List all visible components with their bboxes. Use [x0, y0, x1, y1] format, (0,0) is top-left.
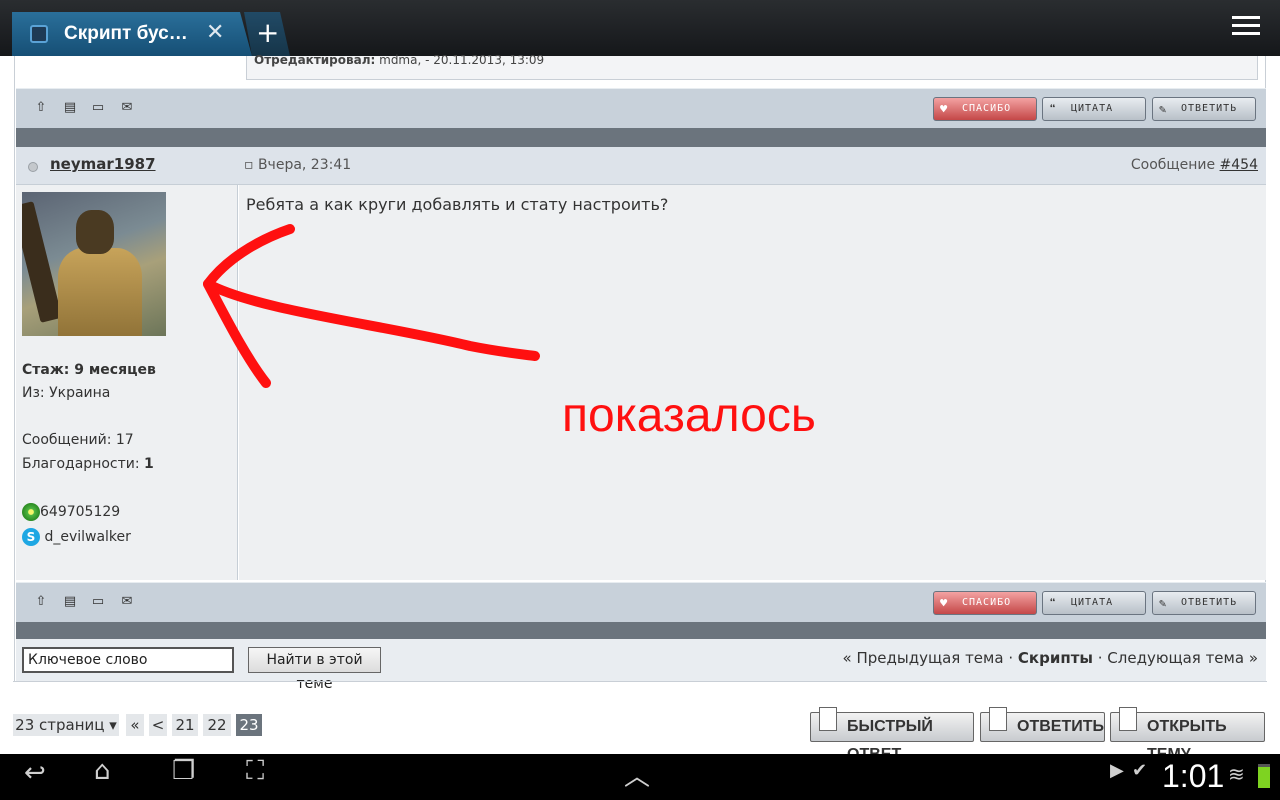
reply-button[interactable]: ✎ ОТВЕТИТЬ [1152, 591, 1256, 615]
check-icon: ✔ [1132, 760, 1148, 781]
current-page: 23 [236, 714, 262, 736]
browser-tab[interactable]: Скрипт бус… ✕ [12, 12, 252, 56]
quote-label: ЦИТАТА [1071, 597, 1114, 608]
post-actions-bar-bottom: ⇧ ▤ ▭ ✉ ♥ СПАСИБО ❝ ЦИТАТА ✎ ОТВЕТИТЬ [16, 582, 1266, 622]
chevron-down-icon: ▾ [109, 716, 117, 734]
reply-icon: ✎ [1159, 596, 1168, 610]
new-tab-button[interactable]: + [244, 12, 290, 56]
document-icon [989, 707, 1007, 731]
plus-icon: + [256, 16, 280, 49]
menu-icon[interactable] [1232, 16, 1260, 40]
wifi-icon: ≋ [1228, 762, 1245, 786]
prev-topic-link[interactable]: « Предыдущая тема [843, 649, 1004, 667]
quote-button[interactable]: ❝ ЦИТАТА [1042, 591, 1146, 615]
go-top-icon[interactable]: ⇧ [32, 595, 50, 609]
browser-toolbar: Скрипт бус… ✕ + [0, 0, 1280, 56]
system-navigation-bar: ↩ ⌂ ❐ ⛶ ︿ ▶ ✔ 1:01 ≋ [0, 754, 1280, 800]
first-page-link[interactable]: « [126, 714, 144, 736]
page-content: Отредактировал: mdma, - 20.11.2013, 13:0… [0, 54, 1280, 763]
keyword-input[interactable] [22, 647, 234, 673]
annotation-text: показалось [562, 389, 816, 442]
quick-reply-button[interactable]: БЫСТРЫЙ ОТВЕТ [810, 707, 974, 763]
page-link[interactable]: 22 [203, 714, 231, 736]
mail-icon[interactable]: ✉ [118, 595, 136, 609]
new-topic-button[interactable]: ОТКРЫТЬ ТЕМУ [1110, 707, 1265, 763]
chevron-up-icon[interactable]: ︿ [624, 756, 650, 793]
thanks-label: СПАСИБО [962, 597, 1012, 608]
profile-card-icon[interactable]: ▭ [89, 595, 107, 609]
prev-page-link[interactable]: < [149, 714, 167, 736]
document-icon [1119, 707, 1137, 731]
clock: 1:01 [1162, 758, 1225, 794]
heart-icon: ♥ [940, 596, 949, 610]
reply-topic-button[interactable]: ОТВЕТИТЬ [980, 707, 1105, 742]
quote-icon: ❝ [1049, 596, 1058, 610]
back-icon[interactable]: ↩ [24, 758, 46, 788]
search-topic-button[interactable]: Найти в этой теме [248, 647, 381, 692]
tab-title: Скрипт бус… [64, 23, 188, 44]
thanks-button[interactable]: ♥ СПАСИБО [933, 591, 1037, 615]
next-topic-link[interactable]: Следующая тема » [1107, 649, 1258, 667]
page-link[interactable]: 21 [172, 714, 198, 736]
battery-icon [1258, 764, 1270, 788]
reply-label: ОТВЕТИТЬ [1181, 597, 1238, 608]
home-icon[interactable]: ⌂ [94, 756, 111, 786]
pages-dropdown[interactable]: 23 страниц ▾ [13, 714, 119, 736]
frame-bottom [13, 681, 1267, 682]
screenshot-icon[interactable]: ⛶ [246, 756, 264, 787]
globe-icon [30, 25, 48, 43]
play-icon: ▶ [1110, 760, 1124, 781]
current-forum-link[interactable]: Скрипты [1018, 649, 1093, 667]
recent-apps-icon[interactable]: ❐ [172, 756, 195, 786]
topic-search-bar: Найти в этой теме « Предыдущая тема · Ск… [16, 639, 1266, 692]
topic-navigation: « Предыдущая тема · Скрипты · Следующая … [842, 649, 1258, 667]
report-icon[interactable]: ▤ [61, 595, 79, 609]
close-tab-icon[interactable]: ✕ [206, 20, 224, 45]
document-icon [819, 707, 837, 731]
